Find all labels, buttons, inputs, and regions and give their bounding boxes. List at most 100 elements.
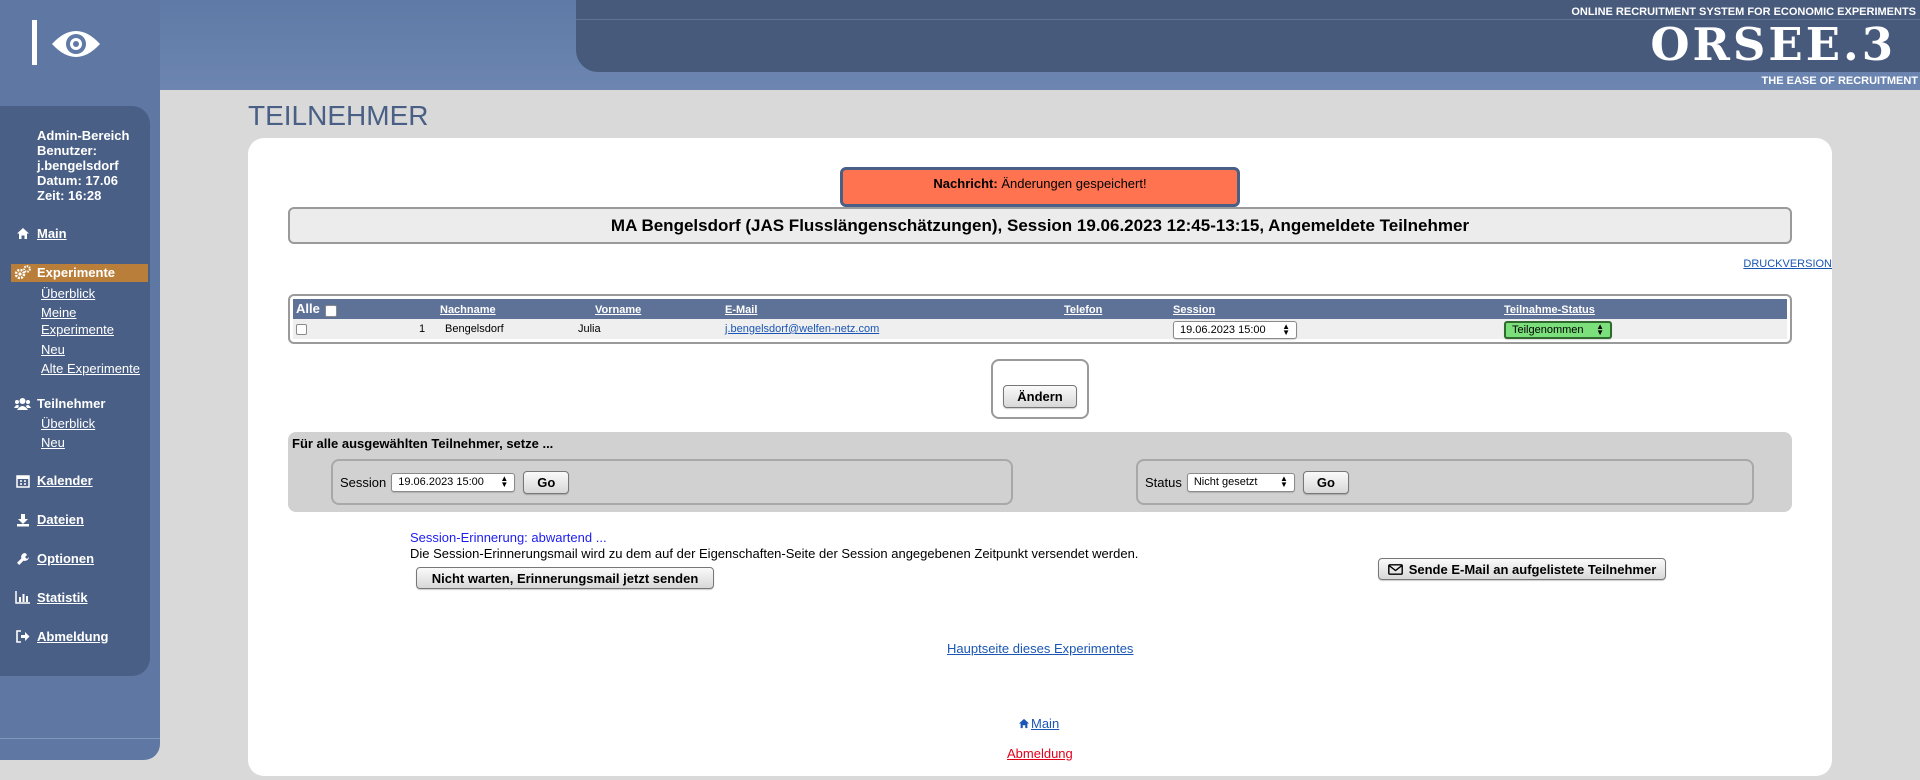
- sidebar-link-logout[interactable]: Abmeldung: [37, 629, 109, 644]
- bulk-session-value: 19.06.2023 15:00: [398, 476, 484, 488]
- change-button[interactable]: Ändern: [1003, 385, 1077, 408]
- bulk-status-go-button[interactable]: Go: [1302, 470, 1349, 494]
- change-button-box: Ändern: [991, 359, 1089, 419]
- subnav-participants-new[interactable]: Neu: [41, 433, 95, 452]
- session-header: MA Bengelsdorf (JAS Flusslängenschätzung…: [288, 207, 1792, 244]
- bulk-status-group: Status Nicht gesetzt ▲ ▼ Go: [1136, 459, 1754, 505]
- sidebar-item-main[interactable]: Main: [14, 226, 67, 241]
- sidebar-item-logout[interactable]: Abmeldung: [14, 629, 109, 644]
- download-icon: [14, 513, 31, 527]
- sidebar-label-experiments: Experimente: [37, 265, 116, 280]
- calendar-icon: [14, 474, 31, 488]
- reminder-description: Die Session-Erinnerungsmail wird zu dem …: [410, 546, 1139, 561]
- bar-chart-icon: [14, 591, 31, 604]
- experiment-main-page-link[interactable]: Hauptseite dieses Experimentes: [947, 641, 1133, 656]
- home-icon: [14, 227, 31, 240]
- column-header-session[interactable]: Session: [1173, 299, 1215, 319]
- sidebar-item-options[interactable]: Optionen: [14, 551, 94, 566]
- header-tagline-bottom: THE EASE OF RECRUITMENT: [1761, 75, 1918, 87]
- select-arrows-icon: ▲ ▼: [1596, 322, 1604, 337]
- select-arrows-icon: ▲ ▼: [1282, 322, 1290, 337]
- envelope-icon: [1387, 563, 1403, 575]
- sidebar-item-files[interactable]: Dateien: [14, 512, 84, 527]
- bulk-status-value: Nicht gesetzt: [1193, 476, 1258, 488]
- subnav-old-experiments[interactable]: Alte Experimente: [41, 359, 140, 378]
- column-header-email[interactable]: E-Mail: [725, 299, 757, 319]
- participants-subnav: Überblick Neu: [41, 414, 95, 452]
- row-email-link[interactable]: j.bengelsdorf@welfen-netz.com: [725, 319, 879, 339]
- sidebar-link-options[interactable]: Optionen: [37, 551, 94, 566]
- notice-label: Nachricht:: [933, 176, 998, 191]
- subnav-experiments-overview[interactable]: Überblick: [41, 284, 140, 303]
- bulk-actions-panel: Für alle ausgewählten Teilnehmer, setze …: [288, 432, 1792, 512]
- column-header-status[interactable]: Teilnahme-Status: [1504, 299, 1595, 319]
- bulk-session-label: Session: [340, 474, 387, 490]
- sidebar-link-statistics[interactable]: Statistik: [37, 590, 88, 605]
- eye-logo-icon: [52, 31, 100, 57]
- admin-username: j.bengelsdorf: [37, 158, 119, 173]
- print-version-link[interactable]: DRUCKVERSION: [1743, 258, 1832, 270]
- send-email-label: Sende E-Mail an aufgelistete Teilnehmer: [1408, 561, 1657, 577]
- subnav-participants-overview[interactable]: Überblick: [41, 414, 95, 433]
- column-header-firstname[interactable]: Vorname: [595, 299, 641, 319]
- admin-date: Datum: 17.06: [37, 173, 118, 188]
- experiments-subnav: Überblick Meine Experimente Neu Alte Exp…: [41, 284, 140, 378]
- sign-out-icon: [14, 630, 31, 643]
- admin-info: Admin-Bereich Benutzer: j.bengelsdorf Da…: [37, 128, 129, 203]
- sidebar-item-experiments[interactable]: Experimente: [14, 265, 115, 280]
- sidebar-link-main[interactable]: Main: [37, 226, 67, 241]
- table-row: 1 Bengelsdorf Julia j.bengelsdorf@welfen…: [293, 319, 1787, 339]
- bulk-session-go-button[interactable]: Go: [523, 470, 570, 494]
- subnav-experiments-new[interactable]: Neu: [41, 340, 140, 359]
- sidebar-item-statistics[interactable]: Statistik: [14, 590, 88, 605]
- admin-area-label: Admin-Bereich: [37, 128, 130, 143]
- left-column-divider: [0, 738, 160, 739]
- send-email-button[interactable]: Sende E-Mail an aufgelistete Teilnehmer: [1378, 558, 1666, 580]
- header-tagline-top: ONLINE RECRUITMENT SYSTEM FOR ECONOMIC E…: [1571, 6, 1916, 18]
- sidebar-item-calendar[interactable]: Kalender: [14, 473, 93, 488]
- brand-logo-text: ORSEE.3: [1650, 18, 1896, 71]
- page-title: TEILNEHMER: [248, 100, 429, 131]
- row-session-select[interactable]: 19.06.2023 15:00 ▲ ▼: [1173, 320, 1297, 340]
- sidebar-item-participants[interactable]: Teilnehmer: [14, 396, 105, 411]
- sidebar-link-calendar[interactable]: Kalender: [37, 473, 93, 488]
- row-status-select[interactable]: Teilgenommen ▲ ▼: [1504, 320, 1612, 340]
- column-header-phone[interactable]: Telefon: [1064, 299, 1102, 319]
- reminder-status: Session-Erinnerung: abwartend ...: [410, 530, 607, 545]
- sidebar-link-files[interactable]: Dateien: [37, 512, 84, 527]
- row-firstname: Julia: [578, 323, 601, 335]
- footer-logout-link[interactable]: Abmeldung: [1007, 746, 1073, 761]
- home-icon: [1018, 718, 1030, 729]
- bulk-session-select[interactable]: 19.06.2023 15:00 ▲ ▼: [391, 472, 516, 492]
- column-header-lastname[interactable]: Nachname: [440, 299, 496, 319]
- send-reminder-now-button[interactable]: Nicht warten, Erinnerungsmail jetzt send…: [416, 567, 714, 589]
- row-lastname: Bengelsdorf: [445, 323, 504, 335]
- participants-table: Alle Nachname Vorname E-Mail Telefon Ses…: [288, 294, 1792, 344]
- row-session-value: 19.06.2023 15:00: [1180, 324, 1266, 336]
- sidebar: Admin-Bereich Benutzer: j.bengelsdorf Da…: [0, 106, 150, 676]
- bulk-status-select[interactable]: Nicht gesetzt ▲ ▼: [1186, 472, 1295, 492]
- bulk-actions-title: Für alle ausgewählten Teilnehmer, setze …: [292, 436, 554, 451]
- select-all-checkbox[interactable]: [325, 300, 337, 320]
- notice-text: Änderungen gespeichert!: [997, 176, 1147, 191]
- sidebar-label-participants: Teilnehmer: [37, 396, 106, 411]
- session-reminder: Session-Erinnerung: abwartend ... Die Se…: [410, 530, 1138, 562]
- row-index: 1: [419, 323, 426, 335]
- wrench-icon: [14, 552, 31, 566]
- notice-message: Nachricht: Änderungen gespeichert!: [840, 167, 1240, 207]
- gears-icon: [14, 265, 31, 280]
- bulk-status-label: Status: [1145, 474, 1182, 490]
- admin-user-label: Benutzer:: [37, 143, 97, 158]
- admin-time: Zeit: 16:28: [37, 188, 102, 203]
- row-status-value: Teilgenommen: [1512, 324, 1584, 336]
- bulk-session-group: Session 19.06.2023 15:00 ▲ ▼ Go: [331, 459, 1013, 505]
- footer-main-link[interactable]: Main: [1031, 716, 1059, 731]
- users-icon: [14, 397, 31, 410]
- logo-bar: [32, 20, 37, 65]
- subnav-my-experiments[interactable]: Meine Experimente: [41, 304, 121, 338]
- footer-main[interactable]: Main: [1018, 716, 1059, 731]
- select-arrows-icon: ▲ ▼: [500, 474, 509, 489]
- select-all-label: Alle: [296, 301, 320, 316]
- table-header: Alle Nachname Vorname E-Mail Telefon Ses…: [293, 299, 1787, 319]
- row-checkbox[interactable]: [296, 319, 307, 339]
